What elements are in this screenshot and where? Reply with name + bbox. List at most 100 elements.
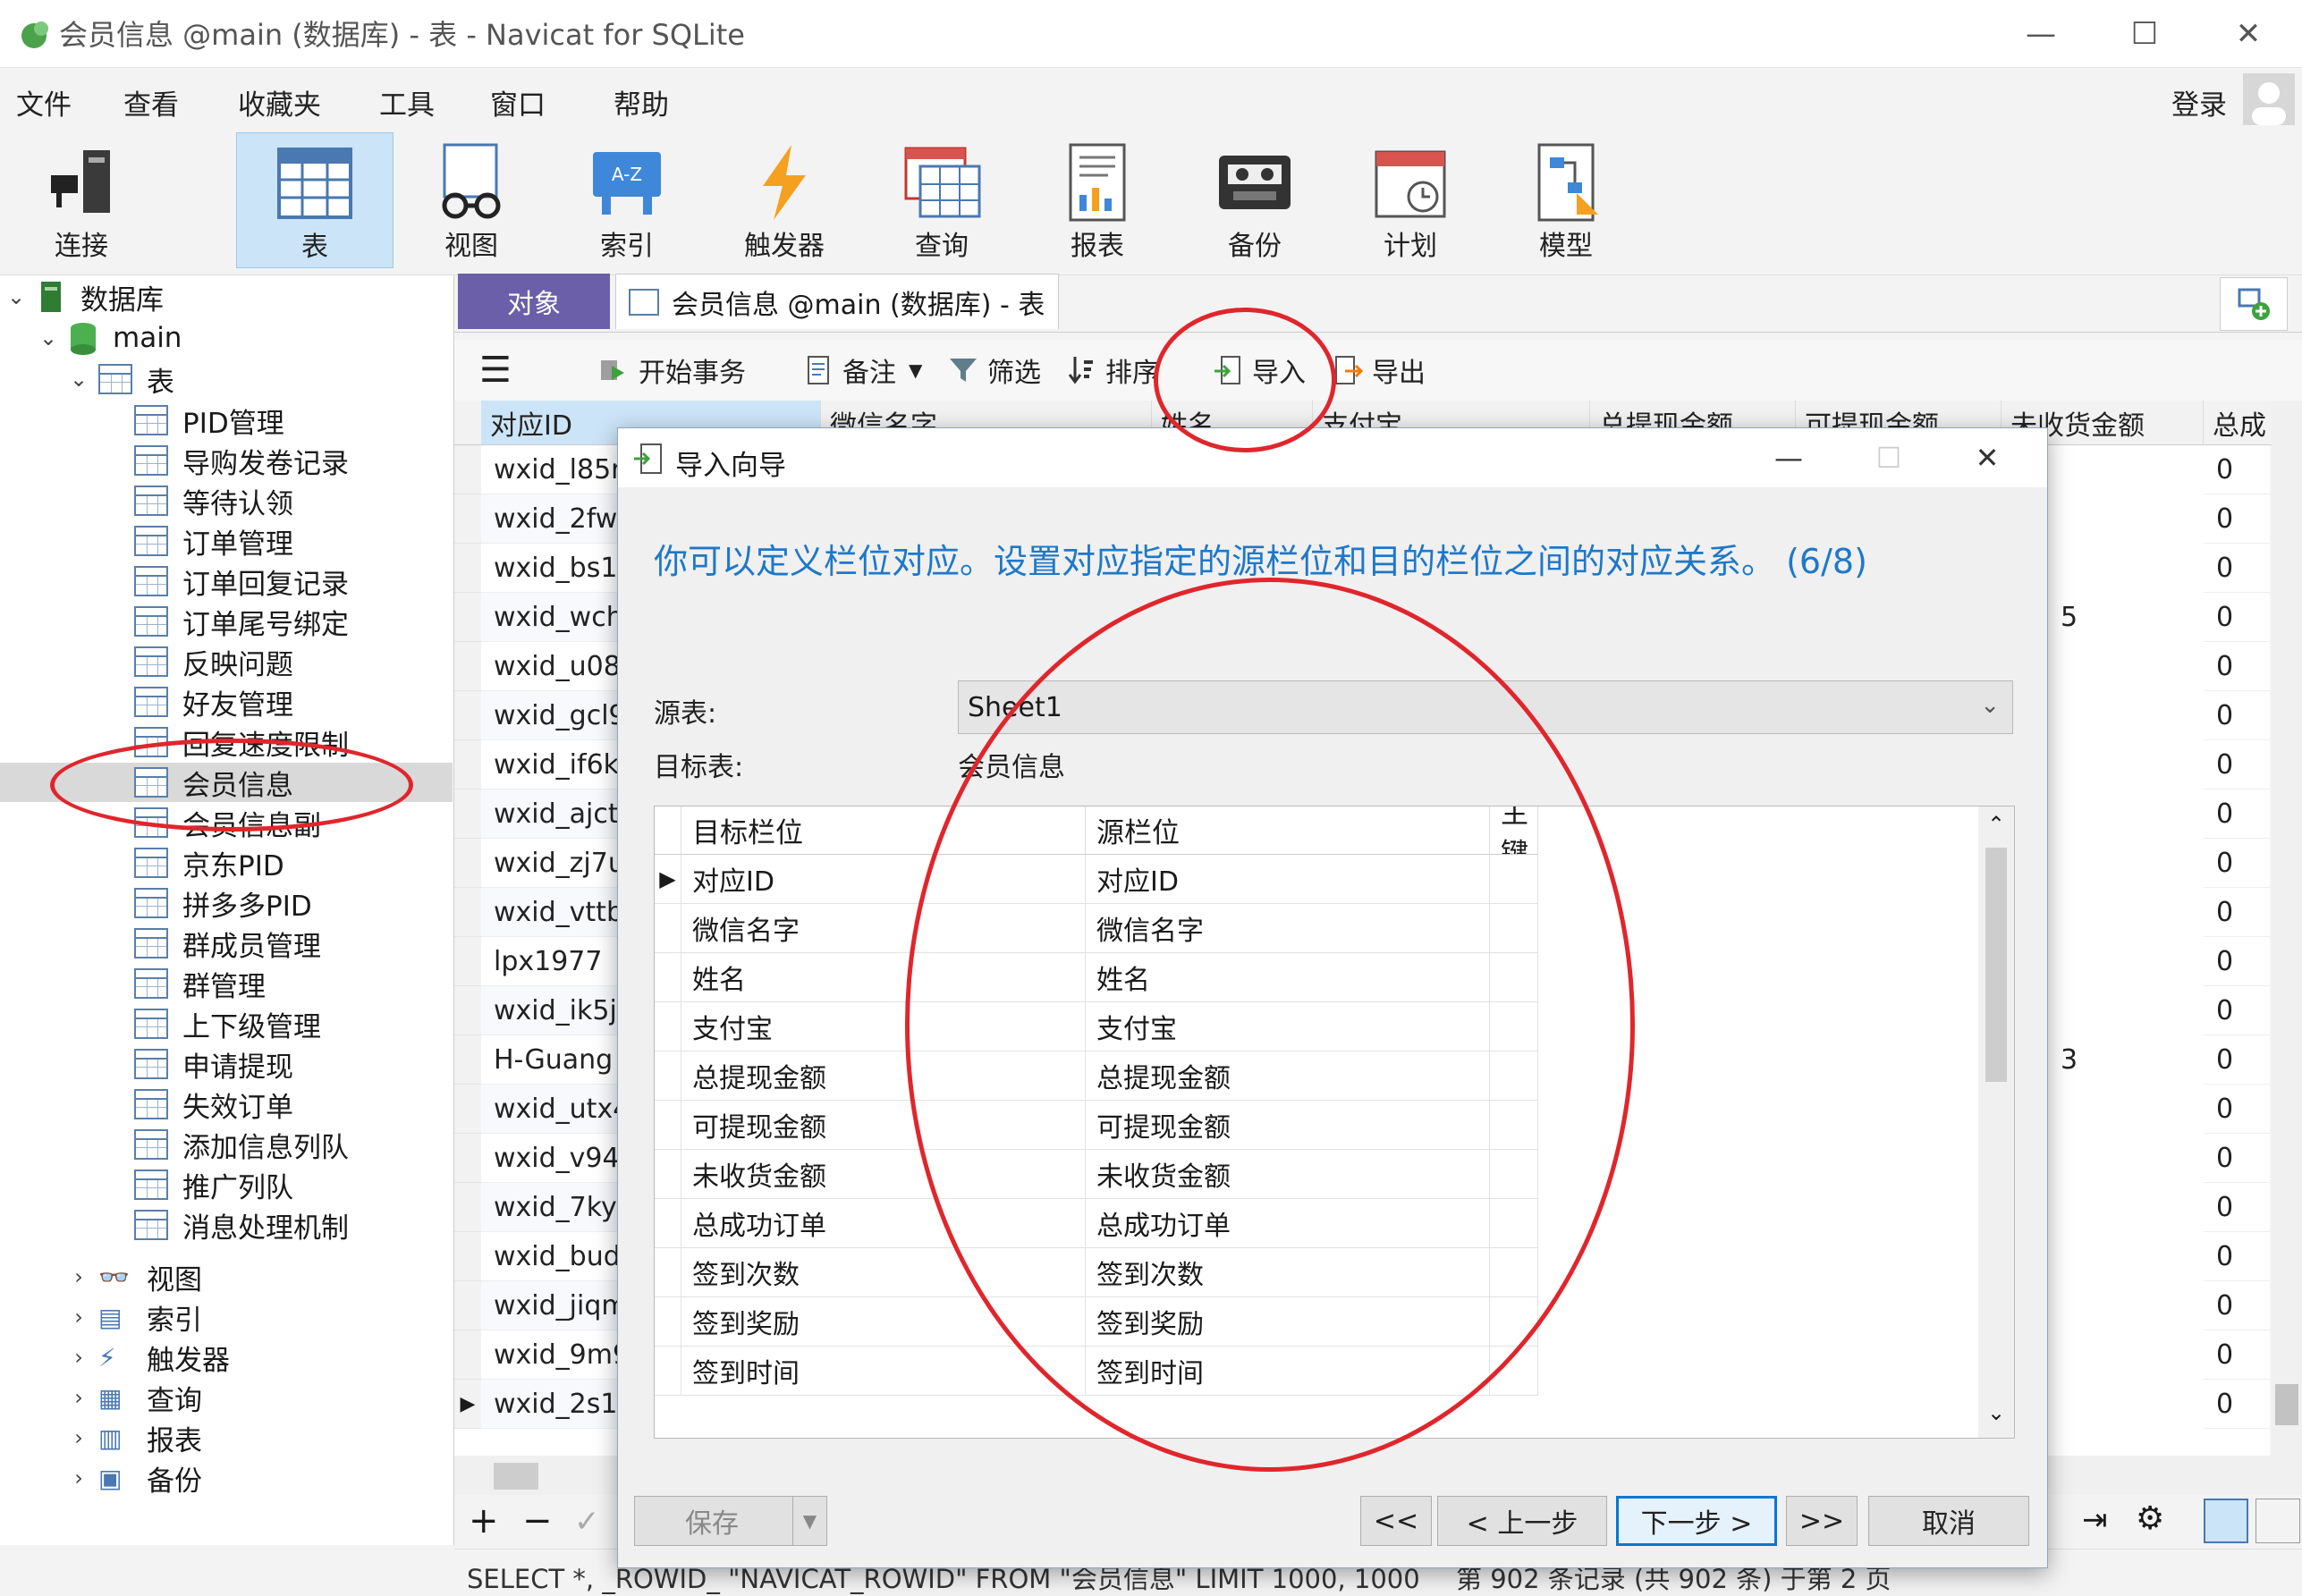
- hamburger-menu-icon[interactable]: ☰: [479, 347, 512, 393]
- tree-node-query[interactable]: › ▦ 查询: [68, 1378, 202, 1417]
- row-indicator[interactable]: [454, 1330, 481, 1380]
- sidebar-table-item[interactable]: 等待认领: [134, 481, 293, 520]
- chevron-down-icon[interactable]: ⌄: [38, 325, 59, 350]
- table-cell-total-orders[interactable]: 0: [2204, 1380, 2270, 1429]
- avatar[interactable]: [2243, 73, 2295, 125]
- sidebar-table-item[interactable]: 订单管理: [134, 521, 293, 561]
- vertical-scrollbar[interactable]: [2272, 401, 2302, 1456]
- row-indicator[interactable]: [454, 642, 481, 691]
- scroll-up-icon[interactable]: ⌃: [1978, 812, 2014, 837]
- sidebar-table-item[interactable]: 好友管理: [134, 682, 293, 722]
- menu-help[interactable]: 帮助: [614, 82, 669, 122]
- sidebar-table-item[interactable]: 订单尾号绑定: [134, 602, 349, 641]
- menu-window[interactable]: 窗口: [490, 82, 546, 122]
- tool-query[interactable]: 查询: [866, 132, 1018, 268]
- menu-file[interactable]: 文件: [16, 82, 72, 122]
- chevron-right-icon[interactable]: ›: [68, 1465, 89, 1490]
- table-cell-total-orders[interactable]: 0: [2204, 1035, 2270, 1085]
- begin-transaction-button[interactable]: 开始事务: [597, 347, 746, 393]
- menu-tools[interactable]: 工具: [379, 82, 435, 122]
- tree-node-index[interactable]: › ▤ 索引: [68, 1297, 202, 1337]
- sidebar-table-item[interactable]: 群成员管理: [134, 924, 321, 963]
- row-indicator[interactable]: [454, 691, 481, 740]
- chevron-down-icon[interactable]: ⌄: [5, 284, 27, 309]
- row-indicator[interactable]: [454, 1134, 481, 1183]
- chevron-right-icon[interactable]: ›: [68, 1305, 89, 1330]
- chevron-right-icon[interactable]: ›: [68, 1425, 89, 1450]
- table-cell-total-orders[interactable]: 0: [2204, 691, 2270, 740]
- mapping-row-indicator[interactable]: ▶: [655, 855, 681, 904]
- row-indicator[interactable]: [454, 839, 481, 888]
- mapping-row-indicator[interactable]: [655, 1297, 681, 1347]
- row-indicator[interactable]: [454, 1183, 481, 1232]
- apply-check-icon[interactable]: ✓: [574, 1504, 600, 1540]
- sort-button[interactable]: 排序: [1066, 347, 1159, 393]
- chevron-right-icon[interactable]: ›: [68, 1345, 89, 1370]
- mapping-row-indicator[interactable]: [655, 1051, 681, 1101]
- table-cell-total-orders[interactable]: 0: [2204, 494, 2270, 544]
- sidebar-table-item[interactable]: 申请提现: [134, 1044, 293, 1084]
- table-cell-total-orders[interactable]: 0: [2204, 790, 2270, 839]
- tool-view[interactable]: 视图: [395, 132, 547, 268]
- dialog-maximize-button[interactable]: ☐: [1840, 428, 1938, 487]
- sidebar-table-item[interactable]: 群管理: [134, 964, 266, 1003]
- sidebar-table-item[interactable]: 拼多多PID: [134, 883, 312, 923]
- table-cell-total-orders[interactable]: 0: [2204, 593, 2270, 642]
- sidebar-table-item[interactable]: 上下级管理: [134, 1004, 321, 1043]
- row-indicator[interactable]: [454, 1035, 481, 1085]
- table-cell-total-orders[interactable]: 0: [2204, 740, 2270, 790]
- row-indicator[interactable]: [454, 494, 481, 544]
- table-cell-total-orders[interactable]: 0: [2204, 1183, 2270, 1232]
- chevron-right-icon[interactable]: ›: [68, 1385, 89, 1410]
- mapping-row-indicator[interactable]: [655, 1101, 681, 1150]
- filter-button[interactable]: 筛选: [948, 347, 1041, 393]
- tool-index[interactable]: A-Z 索引: [551, 132, 703, 268]
- sidebar-table-item[interactable]: 导购发卷记录: [134, 441, 349, 480]
- table-cell-partial[interactable]: 5: [2048, 593, 2120, 642]
- tool-connect[interactable]: 连接: [5, 132, 157, 268]
- tool-model[interactable]: 模型: [1490, 132, 1642, 268]
- chevron-right-icon[interactable]: ›: [68, 1264, 89, 1289]
- cancel-button[interactable]: 取消: [1868, 1496, 2029, 1546]
- table-cell-total-orders[interactable]: 0: [2204, 1085, 2270, 1134]
- last-page-icon[interactable]: ⇥: [2082, 1502, 2108, 1538]
- tab-objects[interactable]: 对象: [458, 274, 610, 329]
- row-indicator[interactable]: [454, 445, 481, 494]
- dialog-minimize-button[interactable]: —: [1739, 428, 1838, 487]
- sidebar-table-item[interactable]: 添加信息列队: [134, 1125, 349, 1164]
- tab-table[interactable]: 会员信息 @main (数据库) - 表: [615, 274, 1059, 329]
- minimize-button[interactable]: —: [1989, 0, 2093, 68]
- maximize-button[interactable]: ☐: [2093, 0, 2196, 68]
- row-indicator[interactable]: [454, 740, 481, 790]
- table-cell-total-orders[interactable]: 0: [2204, 986, 2270, 1035]
- table-cell-total-orders[interactable]: 0: [2204, 1232, 2270, 1281]
- tool-schedule[interactable]: 计划: [1334, 132, 1486, 268]
- row-indicator[interactable]: [454, 937, 481, 986]
- sidebar-table-item[interactable]: 消息处理机制: [134, 1205, 349, 1245]
- menu-favorites[interactable]: 收藏夹: [238, 82, 321, 122]
- table-cell-total-orders[interactable]: 0: [2204, 1281, 2270, 1330]
- chevron-down-icon[interactable]: ⌄: [68, 367, 89, 392]
- mapping-row-indicator[interactable]: [655, 1248, 681, 1297]
- last-step-button[interactable]: >>: [1786, 1496, 1858, 1546]
- tree-node-view-glasses[interactable]: › 👓 视图: [68, 1257, 202, 1296]
- dropdown-arrow-icon[interactable]: ▼: [792, 1497, 826, 1545]
- mapping-row-indicator[interactable]: [655, 1150, 681, 1199]
- tree-node-tables[interactable]: ⌄ 表: [68, 359, 174, 399]
- scroll-thumb[interactable]: [2275, 1384, 2298, 1425]
- close-button[interactable]: ✕: [2196, 0, 2300, 68]
- row-indicator[interactable]: ▶: [454, 1380, 481, 1429]
- mapping-row-indicator[interactable]: [655, 1002, 681, 1051]
- tool-table[interactable]: 表: [236, 132, 394, 268]
- form-view-icon[interactable]: [2255, 1499, 2300, 1543]
- memo-button[interactable]: 备注 ▼: [803, 347, 922, 393]
- mapping-row-indicator[interactable]: [655, 953, 681, 1002]
- row-indicator[interactable]: [454, 593, 481, 642]
- tree-node-main[interactable]: ⌄ main: [38, 318, 182, 358]
- tool-trigger[interactable]: 触发器: [708, 132, 860, 268]
- tree-node-backup[interactable]: › ▣ 备份: [68, 1458, 202, 1498]
- sidebar-table-item[interactable]: 京东PID: [134, 843, 284, 882]
- grid-column-header[interactable]: 总成: [2204, 401, 2275, 445]
- tree-node-databases[interactable]: ⌄ 数据库: [5, 277, 164, 317]
- row-indicator[interactable]: [454, 790, 481, 839]
